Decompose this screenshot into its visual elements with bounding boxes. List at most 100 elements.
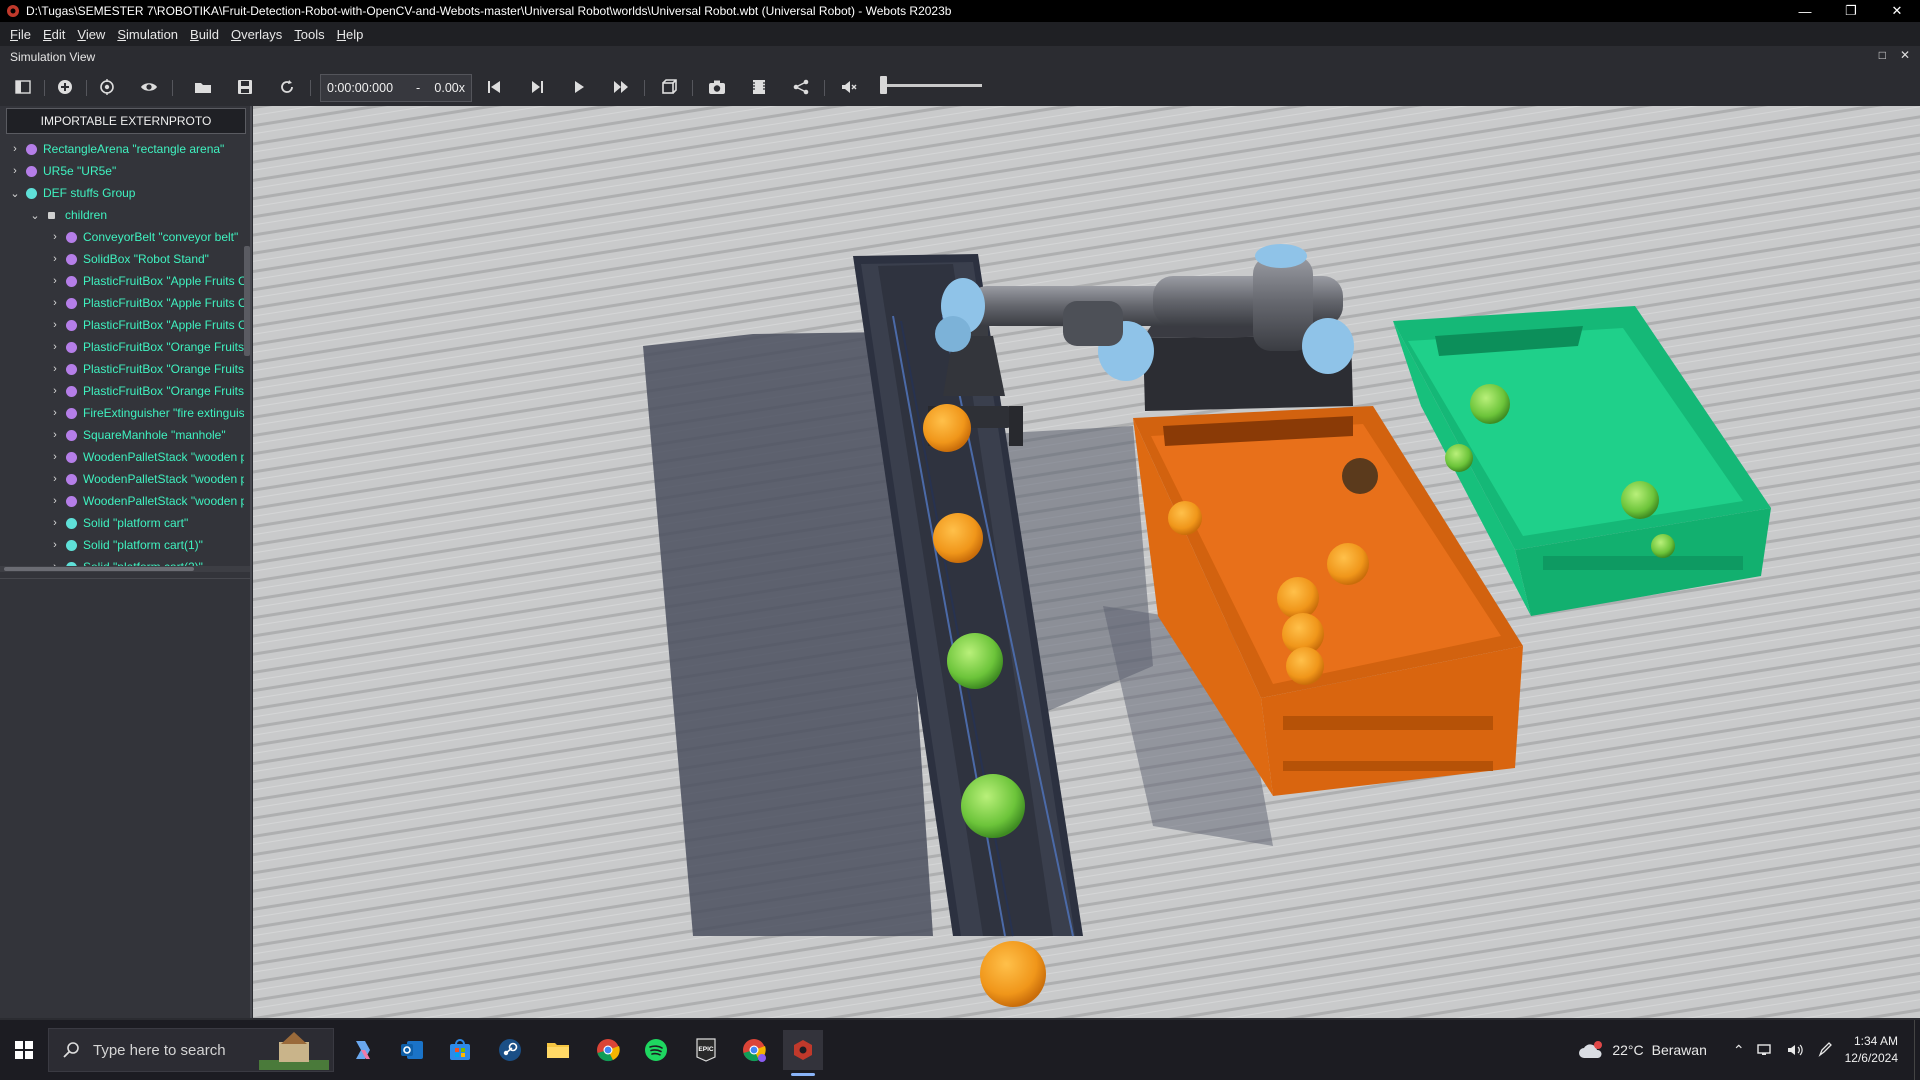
taskbar-clock[interactable]: 1:34 AM 12/6/2024 [1845, 1033, 1898, 1067]
chevron-right-icon[interactable]: › [48, 231, 62, 243]
menu-file[interactable]: File [4, 27, 37, 42]
search-placeholder: Type here to search [93, 1041, 226, 1059]
mute-icon[interactable] [838, 76, 860, 98]
scene-tree-node[interactable]: › PlasticFruitBox "Orange Fruits [48, 358, 244, 380]
copilot-icon[interactable] [343, 1030, 383, 1070]
minimize-button[interactable]: — [1782, 0, 1828, 22]
chevron-right-icon[interactable]: › [48, 275, 62, 287]
scene-tree-node[interactable]: › ConveyorBelt "conveyor belt" [48, 226, 238, 248]
step-icon[interactable] [526, 76, 548, 98]
search-icon [63, 1042, 79, 1058]
close-panel-button[interactable]: ✕ [1900, 48, 1910, 62]
restore-button[interactable]: ❐ [1828, 0, 1874, 22]
rendering-icon[interactable] [658, 76, 680, 98]
node-type-icon [66, 429, 77, 441]
taskbar-search-box[interactable]: Type here to search [48, 1028, 334, 1072]
chevron-right-icon[interactable]: › [8, 143, 22, 155]
share-icon[interactable] [790, 76, 812, 98]
scene-tree-node[interactable]: › PlasticFruitBox "Apple Fruits C [48, 270, 244, 292]
chevron-right-icon[interactable]: › [48, 407, 62, 419]
windows-start-icon[interactable] [0, 1020, 48, 1080]
menu-edit[interactable]: Edit [37, 27, 71, 42]
scene-tree-node[interactable]: › PlasticFruitBox "Orange Fruits [48, 380, 244, 402]
spotify-icon[interactable] [636, 1030, 676, 1070]
steam-icon[interactable] [490, 1030, 530, 1070]
importable-externproto-button[interactable]: IMPORTABLE EXTERNPROTO [6, 108, 246, 134]
chevron-right-icon[interactable]: › [48, 385, 62, 397]
outlook-icon[interactable] [392, 1030, 432, 1070]
save-world-icon[interactable] [234, 76, 256, 98]
show-desktop-button[interactable] [1914, 1020, 1920, 1080]
chevron-right-icon[interactable]: › [48, 297, 62, 309]
chevron-right-icon[interactable]: › [8, 165, 22, 177]
scene-tree-node[interactable]: › Solid "platform cart" [48, 512, 188, 534]
chevron-down-icon[interactable]: ⌄ [28, 209, 42, 222]
chevron-right-icon[interactable]: › [48, 495, 62, 507]
scene-tree-node[interactable]: ›Solid "platform cart(2)" [48, 556, 203, 566]
close-window-button[interactable]: ✕ [1874, 0, 1920, 22]
chevron-right-icon[interactable]: › [48, 539, 62, 551]
play-icon[interactable] [568, 76, 590, 98]
scene-tree-node[interactable]: › PlasticFruitBox "Apple Fruits C [48, 292, 244, 314]
menu-simulation[interactable]: Simulation [111, 27, 184, 42]
volume-icon[interactable] [1787, 1043, 1805, 1057]
scene-tree-node[interactable]: › PlasticFruitBox "Apple Fruits C [48, 314, 244, 336]
add-node-icon[interactable] [54, 76, 76, 98]
3d-viewport[interactable] [253, 106, 1920, 1018]
scene-tree-node[interactable]: › UR5e "UR5e" [8, 160, 116, 182]
fast-forward-icon[interactable] [610, 76, 632, 98]
menu-tools[interactable]: Tools [288, 27, 330, 42]
scene-tree-hscrollbar[interactable] [0, 566, 250, 572]
float-panel-button[interactable]: □ [1879, 48, 1886, 62]
scene-tree-node[interactable]: ⌄ DEF stuffs Group [8, 182, 135, 204]
screenshot-icon[interactable] [706, 76, 728, 98]
chevron-right-icon[interactable]: › [48, 319, 62, 331]
chevron-right-icon[interactable]: › [48, 517, 62, 529]
reset-view-icon[interactable] [96, 76, 118, 98]
pen-icon[interactable] [1817, 1042, 1833, 1058]
chevron-right-icon[interactable]: › [48, 429, 62, 441]
scene-tree-node[interactable]: › Solid "platform cart(1)" [48, 534, 203, 556]
scene-tree-scrollbar[interactable] [244, 246, 250, 356]
chevron-right-icon[interactable]: › [48, 341, 62, 353]
volume-slider-thumb[interactable] [880, 76, 887, 94]
file-explorer-icon[interactable] [538, 1030, 578, 1070]
chevron-up-icon[interactable]: ⌃ [1733, 1042, 1745, 1059]
webots-taskbar-icon[interactable] [783, 1030, 823, 1076]
movie-icon[interactable] [748, 76, 770, 98]
open-world-icon[interactable] [192, 76, 214, 98]
store-icon[interactable] [440, 1030, 480, 1070]
field-editor-panel [0, 578, 250, 1018]
scene-tree-node[interactable]: › SquareManhole "manhole" [48, 424, 225, 446]
network-icon[interactable] [1756, 1043, 1775, 1057]
scene-tree-node[interactable]: › WoodenPalletStack "wooden p [48, 446, 244, 468]
chrome-icon[interactable] [588, 1030, 628, 1070]
weather-widget[interactable]: 22°C Berawan [1578, 1040, 1707, 1060]
scene-tree-node[interactable]: › WoodenPalletStack "wooden p [48, 468, 244, 490]
chrome-profile-icon[interactable] [734, 1030, 774, 1070]
toggle-scene-tree-icon[interactable] [12, 76, 34, 98]
chevron-right-icon[interactable]: › [48, 253, 62, 265]
menu-help[interactable]: Help [331, 27, 370, 42]
scene-tree-node[interactable]: ⌄ children [28, 204, 107, 226]
orange [933, 513, 983, 563]
scene-tree-node[interactable]: › RectangleArena "rectangle arena" [8, 138, 224, 160]
scene-tree-node[interactable]: › WoodenPalletStack "wooden p [48, 490, 244, 512]
eye-icon[interactable] [138, 76, 160, 98]
reset-simulation-icon[interactable] [483, 76, 505, 98]
chevron-right-icon[interactable]: › [48, 363, 62, 375]
scene-tree-node[interactable]: › SolidBox "Robot Stand" [48, 248, 209, 270]
reload-world-icon[interactable] [276, 76, 298, 98]
epic-games-icon[interactable]: EPIC [686, 1030, 726, 1070]
scene-tree: › RectangleArena "rectangle arena" › UR5e "… [0, 138, 244, 566]
menu-view[interactable]: View [71, 27, 111, 42]
scene-tree-node[interactable]: › PlasticFruitBox "Orange Fruits [48, 336, 244, 358]
chevron-down-icon[interactable]: ⌄ [8, 187, 22, 200]
chevron-right-icon[interactable]: › [48, 451, 62, 463]
chevron-right-icon[interactable]: › [48, 473, 62, 485]
volume-slider[interactable] [880, 84, 982, 87]
menu-build[interactable]: Build [184, 27, 225, 42]
node-type-icon [26, 187, 37, 199]
menu-overlays[interactable]: Overlays [225, 27, 288, 42]
scene-tree-node[interactable]: › FireExtinguisher "fire extinguis [48, 402, 244, 424]
